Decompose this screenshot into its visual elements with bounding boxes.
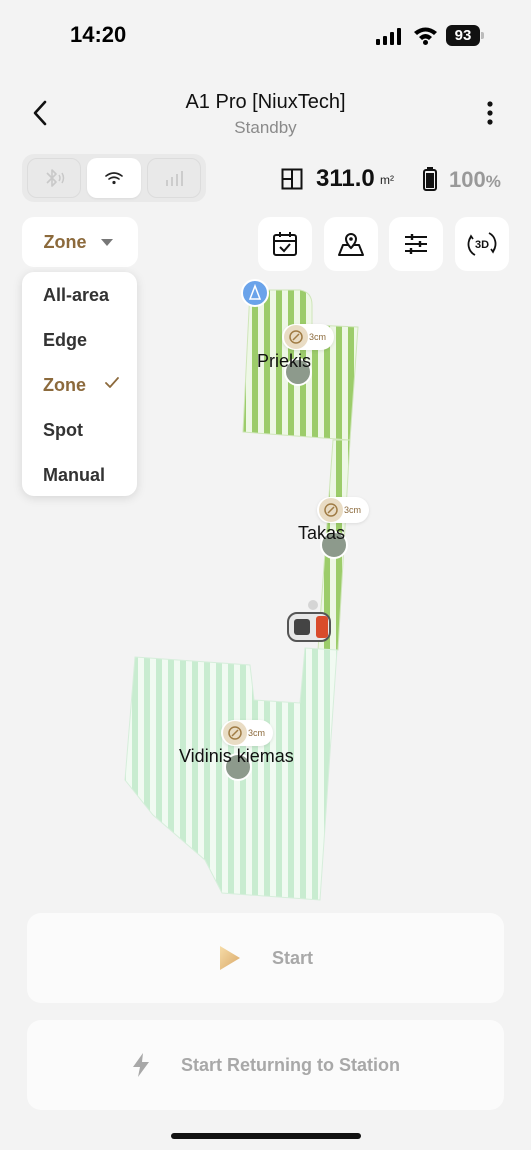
bluetooth-icon bbox=[46, 169, 65, 187]
3d-view-icon: 3D bbox=[467, 232, 497, 256]
svg-text:3D: 3D bbox=[475, 239, 489, 251]
station-pin bbox=[241, 279, 269, 307]
cut-height-chip-takas[interactable]: 3cm bbox=[317, 497, 369, 523]
check-icon bbox=[105, 377, 119, 388]
mode-option-spot[interactable]: Spot bbox=[43, 420, 83, 441]
map-icon bbox=[338, 232, 364, 256]
calendar-check-icon bbox=[273, 232, 297, 256]
status-time: 14:20 bbox=[70, 22, 127, 47]
mode-selected-label: Zone bbox=[43, 231, 87, 252]
zone-label-priekis: Priekis bbox=[257, 351, 312, 371]
mower-battery-value: 100% bbox=[449, 167, 501, 192]
battery-nub bbox=[481, 32, 484, 39]
device-status: Standby bbox=[234, 118, 297, 137]
area-icon bbox=[281, 168, 303, 190]
zone-label-vidinis-kiemas: Vidinis kiemas bbox=[179, 746, 294, 766]
cut-height-vidinis: 3cm bbox=[247, 728, 265, 738]
mode-option-all-area[interactable]: All-area bbox=[43, 285, 109, 306]
wifi-icon bbox=[105, 172, 123, 185]
schedule-button[interactable] bbox=[258, 217, 312, 271]
blade-icon bbox=[223, 721, 247, 745]
map-edit-button[interactable] bbox=[324, 217, 378, 271]
cut-height-takas: 3cm bbox=[343, 505, 361, 515]
cut-height-chip-vidinis[interactable]: 3cm bbox=[221, 720, 273, 746]
sliders-icon bbox=[405, 234, 427, 254]
more-options-icon[interactable] bbox=[484, 100, 496, 128]
start-button[interactable]: Start bbox=[27, 913, 504, 1003]
bluetooth-toggle[interactable] bbox=[27, 158, 81, 198]
mode-menu: All-area Edge Zone Spot Manual bbox=[22, 272, 137, 496]
lightning-icon bbox=[133, 1053, 149, 1077]
battery-indicator: 93 bbox=[446, 25, 480, 46]
cellular-icon bbox=[166, 171, 183, 186]
mode-option-edge[interactable]: Edge bbox=[43, 330, 87, 351]
cut-height-chip-priekis[interactable]: 3cm bbox=[282, 324, 334, 350]
mode-dropdown[interactable]: Zone bbox=[22, 217, 138, 267]
page-title: A1 Pro [NiuxTech] bbox=[185, 91, 346, 113]
view-3d-button[interactable]: 3D bbox=[455, 217, 509, 271]
return-to-station-button[interactable]: Start Returning to Station bbox=[27, 1020, 504, 1110]
start-label: Start bbox=[271, 947, 313, 968]
settings-button[interactable] bbox=[389, 217, 443, 271]
wifi-toggle[interactable] bbox=[87, 158, 141, 198]
blade-icon bbox=[284, 325, 308, 349]
mower-battery-icon bbox=[423, 167, 437, 191]
cellular-signal-icon bbox=[376, 28, 401, 45]
play-icon bbox=[219, 946, 240, 970]
mow-area-unit: m² bbox=[380, 173, 394, 187]
mow-area-value: 311.0 bbox=[316, 165, 375, 192]
home-indicator bbox=[171, 1133, 361, 1139]
cellular-toggle[interactable] bbox=[147, 158, 201, 198]
mode-option-zone[interactable]: Zone bbox=[43, 375, 86, 396]
chevron-down-icon bbox=[100, 238, 113, 246]
mode-option-manual[interactable]: Manual bbox=[43, 465, 105, 486]
connectivity-selector bbox=[22, 154, 206, 202]
zone-label-takas: Takas bbox=[298, 523, 346, 543]
cut-height-priekis: 3cm bbox=[308, 332, 326, 342]
blade-icon bbox=[319, 498, 343, 522]
return-label: Start Returning to Station bbox=[181, 1054, 400, 1075]
wifi-status-icon bbox=[414, 27, 437, 45]
